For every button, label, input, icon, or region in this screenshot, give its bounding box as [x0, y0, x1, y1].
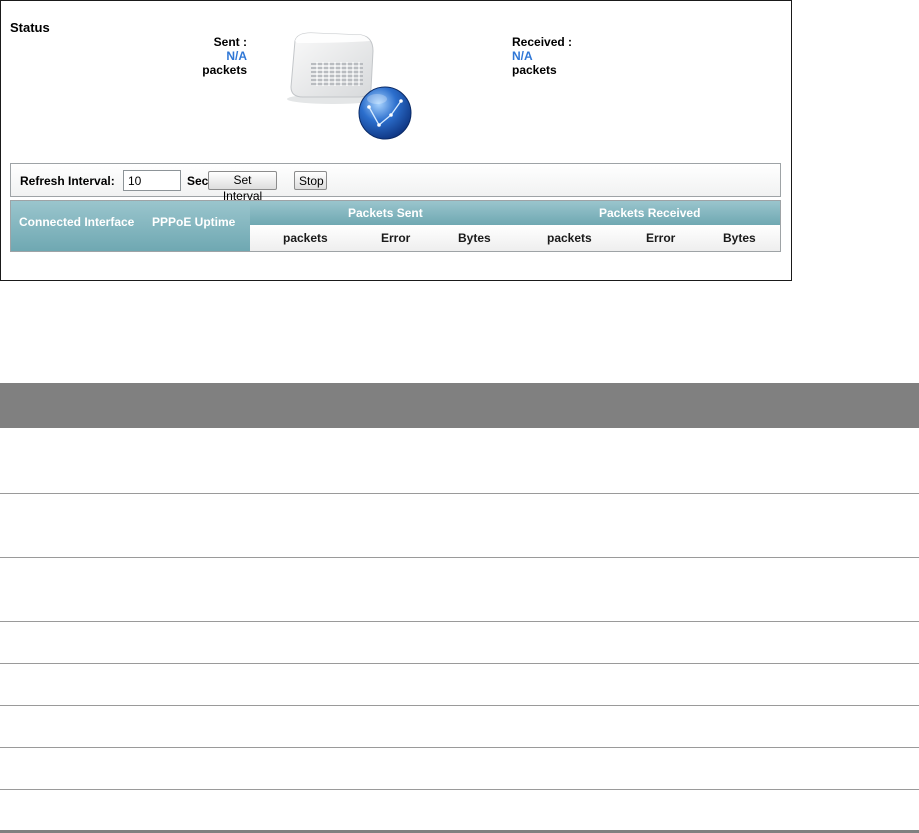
received-value: N/A: [512, 49, 533, 63]
status-title: Status: [10, 20, 50, 35]
refresh-interval-unit: Sec: [187, 174, 209, 188]
refresh-interval-label: Refresh Interval:: [20, 174, 115, 188]
col-received-bytes: Bytes: [723, 231, 756, 245]
col-sent-packets: packets: [283, 231, 328, 245]
table-sub-header: [250, 225, 780, 251]
col-sent-error: Error: [381, 231, 411, 245]
table-row: [0, 494, 919, 558]
col-received-error: Error: [646, 231, 676, 245]
col-packets-sent: Packets Sent: [348, 206, 423, 220]
sent-label: Sent :: [213, 35, 247, 49]
table-row: [0, 428, 919, 494]
status-panel: Status Sent : N/A packets Received: N/A…: [0, 0, 792, 281]
col-pppoe-uptime: PPPoE Uptime: [152, 215, 236, 229]
table-row: [0, 706, 919, 748]
description-table-header: [0, 383, 919, 428]
col-received-packets: packets: [547, 231, 592, 245]
table-row: [0, 790, 919, 833]
sent-unit: packets: [202, 63, 247, 77]
table-row: [0, 622, 919, 664]
interface-table: Connected Interface PPPoE Uptime Packets…: [10, 200, 781, 252]
table-row: [0, 748, 919, 790]
stop-button[interactable]: Stop: [294, 171, 327, 190]
router-globe-icon: [287, 32, 412, 140]
table-header-top: [250, 201, 780, 225]
col-connected-interface: Connected Interface: [19, 215, 135, 229]
table-row: [0, 558, 919, 622]
col-packets-received: Packets Received: [599, 206, 701, 220]
refresh-interval-input[interactable]: [123, 170, 181, 191]
set-interval-button[interactable]: Set Interval: [208, 171, 277, 203]
received-stats: Received : N/A packets: [512, 35, 572, 77]
sent-stats: Sent : N/A packets: [197, 35, 247, 77]
received-label: Received :: [512, 35, 573, 49]
sent-value: N/A: [226, 49, 247, 63]
table-row: [0, 664, 919, 706]
col-sent-bytes: Bytes: [458, 231, 491, 245]
received-unit: packets: [512, 63, 557, 77]
refresh-bar: Refresh Interval: Sec Set Interval Stop: [10, 163, 781, 203]
